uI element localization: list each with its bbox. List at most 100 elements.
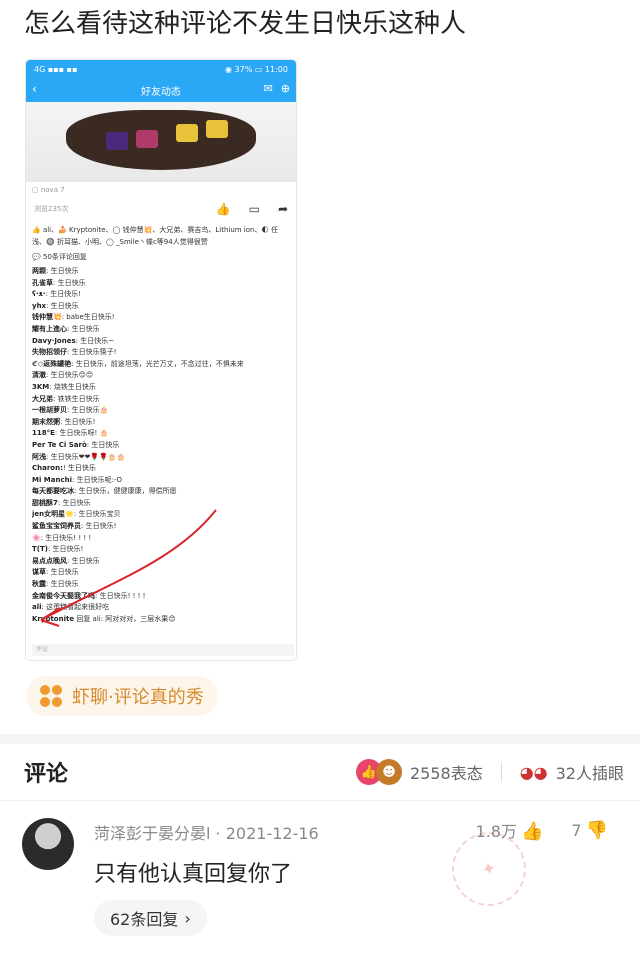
plus-icon: ⊕	[280, 82, 290, 95]
avatar[interactable]	[22, 818, 74, 870]
shot-comment-author: ℭ◇返殊罐艳	[32, 359, 72, 368]
shot-comment-author: yhx	[32, 301, 47, 310]
page-title: 怎么看待这种评论不发生日快乐这种人	[24, 9, 467, 39]
shot-comment-row: yhx: 生日快乐	[32, 301, 290, 313]
shot-comment-row: 118°E: 生日快乐呀! 🎂	[32, 428, 290, 440]
shot-comment-text: : 生日快乐，健健康康，得偿所愿	[74, 487, 177, 496]
shot-comment-text: : 生日快乐! ! ! !	[40, 533, 92, 542]
shot-comment-text: : 生日快乐😊😊	[46, 371, 94, 380]
shot-comment-text: : 生日快乐宝贝	[73, 510, 121, 519]
shot-comment-author: 🌸	[32, 533, 41, 542]
shot-comment-text: ! 生日快乐	[62, 464, 96, 473]
shot-comment-author: 大兄弟	[32, 394, 53, 403]
shot-comment-text: : 生日快乐	[53, 278, 86, 287]
shot-comment-row: ʕ·ᴥ·: 生日快乐!	[32, 289, 290, 301]
shot-comment-author: 秋露	[32, 580, 46, 589]
shot-comment-row: Per Te Ci Sarò: 生日快乐	[32, 440, 290, 452]
shot-comment-author: jen女明星🌟	[32, 510, 74, 519]
shot-comment-text: : 生日快乐	[46, 301, 79, 310]
status-left: 4G ▪▪▪ ▪▪	[34, 64, 78, 74]
shot-comment-author: 甜桃酥7	[32, 498, 58, 507]
shot-comment-row: 两颗: 生日快乐	[32, 266, 290, 278]
shot-comment-author: 金南俊今天娶我了吗	[32, 591, 95, 600]
shot-comment-author: 期末然粥	[32, 417, 60, 426]
shot-comment-row: 🌸: 生日快乐! ! ! !	[32, 533, 290, 545]
shot-comment-author: Per Te Ci Sarò	[32, 440, 87, 449]
shot-comment-text: : 生日快乐呀! 🎂	[54, 429, 109, 438]
shot-comment-text: : 生日快乐	[46, 267, 79, 275]
shot-comment-text: : 烧铁生日快乐	[49, 382, 96, 391]
shot-comment-row: 鲨鱼宝宝饲养员: 生日快乐!	[32, 521, 290, 533]
chevron-right-icon: ›	[184, 908, 191, 928]
dislike-count: 7	[571, 820, 582, 840]
shot-comment-text: : 铁铁生日快乐	[53, 394, 100, 403]
section-divider	[0, 734, 640, 744]
eye-count[interactable]: 32人插眼	[556, 760, 624, 784]
eyes-icon: ◕◕	[519, 762, 548, 782]
like-icon: 👍	[215, 202, 231, 216]
comment-author[interactable]: 菏泽彭于晏分晏l	[94, 824, 210, 843]
shot-comment-row: ℭ◇返殊罐艳: 生日快乐，前途坦荡，光芒万丈，不念过往，不惧未来	[32, 359, 290, 371]
shot-comment-author: ali	[32, 603, 42, 612]
status-right: ◉ 37% ▭ 11:00	[224, 64, 288, 74]
shot-comment-author: Davy·Jones	[32, 336, 76, 345]
shot-comment-text: : 生日快乐!	[45, 290, 82, 299]
shot-comment-text: : 生日快乐🎂	[67, 406, 109, 415]
reaction-icons[interactable]: 👍 ☻	[355, 759, 402, 785]
shot-comment-row: 3KM: 烧铁生日快乐	[32, 382, 290, 394]
shot-comment-author: 两颗	[32, 267, 46, 275]
likes-line: 👍 ali、🍰 Kryptonite、◯ 钱仲慧💥、大兄弟、赛吉鸟、Lithiu…	[32, 226, 278, 246]
replies-label: 62条回复	[110, 910, 179, 929]
shot-comment-row: 谋草: 生日快乐	[32, 567, 290, 579]
thumb-up-icon: 👍	[520, 821, 544, 842]
shot-comment-text: : 生日快乐!	[81, 522, 117, 531]
shot-comment-author: Kryptonite	[32, 614, 75, 623]
comment-icon: ▭	[248, 202, 260, 216]
mail-icon: ✉	[263, 82, 273, 95]
cake-photo	[26, 102, 296, 182]
shot-comment-row: 清澈: 生日快乐😊😊	[32, 370, 290, 382]
view-count: 浏览235次	[34, 205, 69, 213]
shot-comment-author: 钱仲慧💥	[32, 313, 62, 322]
shot-comment-row: 一根胡萝贝: 生日快乐🎂	[32, 405, 290, 417]
shot-comment-text: : 生日快乐	[46, 580, 79, 589]
shot-comment-text: : 生日快乐，前途坦荡，光芒万丈，不念过往，不惧未来	[71, 359, 244, 368]
shot-comment-row: 甜桃酥7: 生日快乐	[32, 498, 290, 510]
reaction-count[interactable]: 2558表态	[410, 760, 483, 784]
shot-comment-row: 大兄弟: 铁铁生日快乐	[32, 394, 290, 406]
replies-button[interactable]: 62条回复 ›	[94, 900, 207, 936]
shot-comment-row: 耀有上進心: 生日快乐	[32, 324, 290, 336]
shot-comment-author: 易点点晚风	[32, 556, 67, 565]
shot-comment-author: 孔雀草	[32, 278, 53, 287]
shot-comment-text: : 生日快乐	[67, 324, 100, 333]
share-icon: ➦	[277, 202, 288, 216]
shot-comment-text: : babe生日快乐!	[61, 313, 115, 322]
dislike-button[interactable]: 7 👎	[571, 820, 608, 841]
shot-comment-row: Kryptonite 回复 ali: 阿对对对，三层水果😊	[32, 614, 290, 626]
shot-comment-author: T(T)	[32, 545, 48, 554]
shot-comment-row: 每天都要吃冰: 生日快乐，健健康康，得偿所愿	[32, 486, 290, 498]
topic-tag-label: 虾聊·评论真的秀	[72, 687, 204, 708]
comment-meta: 菏泽彭于晏分晏l · 2021-12-16	[94, 824, 319, 843]
shot-comment-row: 失物招领仔: 生日快乐筷子!	[32, 347, 290, 359]
shot-comment-row: 金南俊今天娶我了吗: 生日快乐! ! ! !	[32, 591, 290, 603]
shot-comment-row: Mi Manchi: 生日快乐呢:-O	[32, 475, 290, 487]
comments-header: 评论 👍 ☻ 2558表态 ◕◕ 32人插眼	[24, 752, 624, 792]
shot-comment-row: 易点点晚风: 生日快乐	[32, 556, 290, 568]
phone-nav-bar: ‹ 好友动态 ✉ ⊕	[26, 78, 296, 102]
thumb-down-icon: 👎	[585, 819, 608, 841]
shot-comment-text: : 生日快乐!	[47, 545, 84, 554]
shot-comment-text: : 生日快乐! ! ! !	[95, 591, 146, 600]
emoji-reaction-icon: ☻	[375, 759, 402, 785]
topic-tag[interactable]: 虾聊·评论真的秀	[26, 676, 218, 716]
shot-comment-row: 钱仲慧💥: babe生日快乐!	[32, 312, 290, 324]
shot-comment-author: 耀有上進心	[32, 324, 67, 333]
comments-title: 评论	[24, 762, 69, 787]
shot-comment-author: 谋草	[32, 568, 46, 577]
shot-comment-row: Charon:! 生日快乐	[32, 463, 290, 475]
shot-comment-text: : 生日快乐~	[75, 336, 115, 345]
shot-comment-list: 两颗: 生日快乐 孔雀草: 生日快乐 ʕ·ᴥ·: 生日快乐! yhx: 生日快乐 钱仲慧…	[26, 264, 296, 627]
shot-comment-author: 每天都要吃冰	[32, 487, 74, 496]
shot-comment-author: ʕ·ᴥ·	[32, 290, 46, 299]
shot-comment-text: : 生日快乐	[86, 440, 120, 449]
